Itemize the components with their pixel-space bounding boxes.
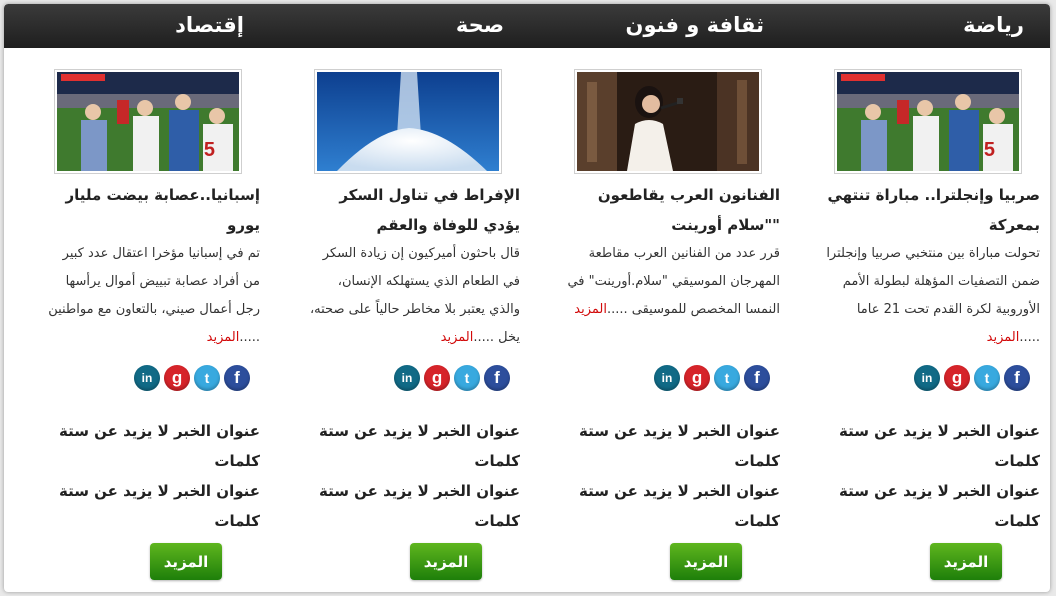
google-plus-icon[interactable]: g [164,365,190,391]
share-icons: f t g in [914,365,1030,391]
share-icons: f t g in [654,365,770,391]
read-more-link[interactable]: المزيد [441,330,474,345]
headline-item[interactable]: عنوان الخبر لا يزيد عن ستة كلمات [565,416,780,476]
read-more-link[interactable]: المزيد [987,330,1020,345]
news-thumbnail[interactable] [574,69,762,174]
read-more-link[interactable]: المزيد [574,302,607,317]
linkedin-icon[interactable]: in [394,365,420,391]
news-thumbnail[interactable]: 5 [54,69,242,174]
headline-list: عنوان الخبر لا يزيد عن ستة كلمات عنوان ا… [825,416,1040,536]
linkedin-icon[interactable]: in [134,365,160,391]
news-summary: تحولت مباراة بين منتخبي صربيا وإنجلترا ض… [825,240,1040,352]
twitter-icon[interactable]: t [454,365,480,391]
headline-item[interactable]: عنوان الخبر لا يزيد عن ستة كلمات [825,416,1040,476]
facebook-icon[interactable]: f [484,365,510,391]
headline-item[interactable]: عنوان الخبر لا يزيد عن ستة كلمات [45,476,260,536]
news-thumbnail[interactable]: 5 [834,69,1022,174]
category-column-economy: إقتصاد 5 إسبانيا..عصابة بيضت مليار يورو … [10,4,270,592]
facebook-icon[interactable]: f [224,365,250,391]
news-title[interactable]: الإفراط في تناول السكر يؤدي للوفاة والعق… [305,180,520,240]
svg-text:5: 5 [984,139,995,161]
more-button[interactable]: المزيد [930,543,1002,580]
news-thumbnail[interactable] [314,69,502,174]
headline-list: عنوان الخبر لا يزيد عن ستة كلمات عنوان ا… [305,416,520,536]
headline-item[interactable]: عنوان الخبر لا يزيد عن ستة كلمات [305,476,520,536]
news-title[interactable]: الفنانون العرب يقاطعون ""سلام أورينت [565,180,780,240]
category-column-sports: رياضة 5 صربيا وإنجلترا.. مباراة تنتهي بم… [790,4,1050,592]
google-plus-icon[interactable]: g [424,365,450,391]
news-summary: تم في إسبانيا مؤخرا اعتقال عدد كبير من أ… [45,240,260,352]
news-widget: رياضة 5 صربيا وإنجلترا.. مباراة تنتهي بم… [4,4,1050,592]
sugar-pile-photo [317,72,499,171]
news-summary: قرر عدد من الفنانين العرب مقاطعة المهرجا… [565,240,780,324]
news-summary: قال باحثون أميركيون إن زيادة السكر في ال… [305,240,520,352]
share-icons: f t g in [394,365,510,391]
headline-list: عنوان الخبر لا يزيد عن ستة كلمات عنوان ا… [565,416,780,536]
category-column-culture: ثقافة و فنون الفنانون العرب يقاطعون ""سل… [530,4,790,592]
more-button[interactable]: المزيد [150,543,222,580]
news-title[interactable]: صربيا وإنجلترا.. مباراة تنتهي بمعركة [825,180,1040,240]
linkedin-icon[interactable]: in [914,365,940,391]
category-column-health: صحة الإفراط في تناول السكر يؤدي للوفاة و… [270,4,530,592]
singer-on-stage-photo [577,72,759,171]
headline-item[interactable]: عنوان الخبر لا يزيد عن ستة كلمات [305,416,520,476]
read-more-link[interactable]: المزيد [207,330,240,345]
news-summary-text: قال باحثون أميركيون إن زيادة السكر في ال… [309,246,520,345]
twitter-icon[interactable]: t [714,365,740,391]
linkedin-icon[interactable]: in [654,365,680,391]
category-title[interactable]: صحة [456,11,504,39]
svg-text:5: 5 [204,139,215,161]
twitter-icon[interactable]: t [194,365,220,391]
headline-item[interactable]: عنوان الخبر لا يزيد عن ستة كلمات [45,416,260,476]
category-title[interactable]: إقتصاد [175,11,244,39]
google-plus-icon[interactable]: g [684,365,710,391]
football-match-photo: 5 [837,72,1019,171]
category-title[interactable]: رياضة [963,11,1024,39]
category-title[interactable]: ثقافة و فنون [626,11,764,39]
twitter-icon[interactable]: t [974,365,1000,391]
headline-item[interactable]: عنوان الخبر لا يزيد عن ستة كلمات [565,476,780,536]
headline-list: عنوان الخبر لا يزيد عن ستة كلمات عنوان ا… [45,416,260,536]
football-match-photo: 5 [57,72,239,171]
more-button[interactable]: المزيد [410,543,482,580]
facebook-icon[interactable]: f [1004,365,1030,391]
google-plus-icon[interactable]: g [944,365,970,391]
headline-item[interactable]: عنوان الخبر لا يزيد عن ستة كلمات [825,476,1040,536]
facebook-icon[interactable]: f [744,365,770,391]
more-button[interactable]: المزيد [670,543,742,580]
news-title[interactable]: إسبانيا..عصابة بيضت مليار يورو [45,180,260,240]
share-icons: f t g in [134,365,250,391]
